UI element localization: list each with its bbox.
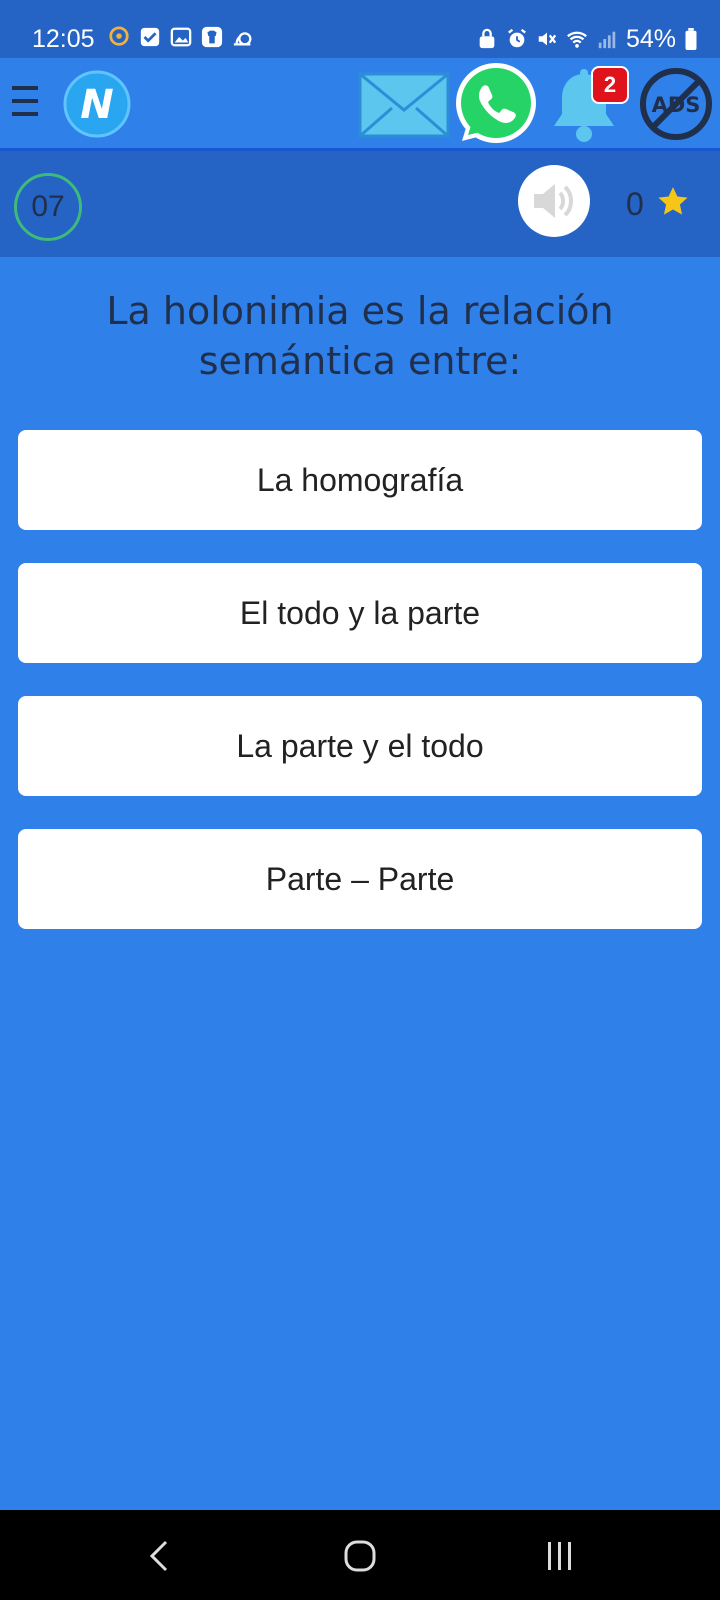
star-icon (658, 187, 688, 215)
mail-icon[interactable] (358, 70, 450, 138)
ads-label: ADS (652, 93, 701, 117)
no-ads-icon[interactable]: ADS (638, 66, 714, 142)
notification-badge: 2 (591, 66, 629, 104)
status-notification-icons (108, 26, 254, 52)
logo-letter: N (80, 82, 113, 128)
sound-button[interactable] (518, 165, 590, 237)
mute-icon (538, 32, 557, 46)
recent-apps-icon[interactable] (540, 1536, 580, 1576)
speaker-icon (534, 184, 573, 218)
home-icon[interactable] (340, 1536, 380, 1576)
status-time: 12:05 (32, 25, 95, 53)
app-logo[interactable]: N (63, 70, 131, 138)
top-bar: N 2 ADS (0, 58, 720, 151)
app-shirt-icon (201, 26, 223, 48)
signal-icon (598, 31, 616, 49)
menu-icon[interactable] (12, 84, 40, 118)
notifications-button[interactable]: 2 (546, 60, 629, 146)
score-value: 0 (626, 186, 644, 222)
gallery-icon (170, 27, 192, 47)
wifi-icon (567, 31, 587, 48)
snail-icon (233, 32, 252, 46)
answer-option-1[interactable]: La homografía (18, 430, 702, 530)
checkbox-icon (140, 27, 160, 47)
system-nav-bar (0, 1510, 720, 1600)
back-icon[interactable] (140, 1536, 180, 1576)
status-bar: 12:05 54% (0, 0, 720, 58)
status-system-icons: 54% (476, 25, 698, 53)
battery-percent: 54% (625, 24, 676, 53)
question-counter: 07 (14, 173, 82, 241)
answer-option-2[interactable]: El todo y la parte (18, 563, 702, 663)
answer-option-4[interactable]: Parte – Parte (18, 829, 702, 929)
alarm-icon (508, 28, 526, 48)
quiz-status-bar: 07 0 (0, 151, 720, 257)
answer-option-3[interactable]: La parte y el todo (18, 696, 702, 796)
whatsapp-icon[interactable] (452, 61, 538, 147)
battery-icon (685, 28, 697, 50)
lock-recycle-icon (479, 28, 495, 49)
question-text: La holonimia es la relación semántica en… (106, 289, 614, 383)
chat-bubble-icon (109, 26, 129, 46)
